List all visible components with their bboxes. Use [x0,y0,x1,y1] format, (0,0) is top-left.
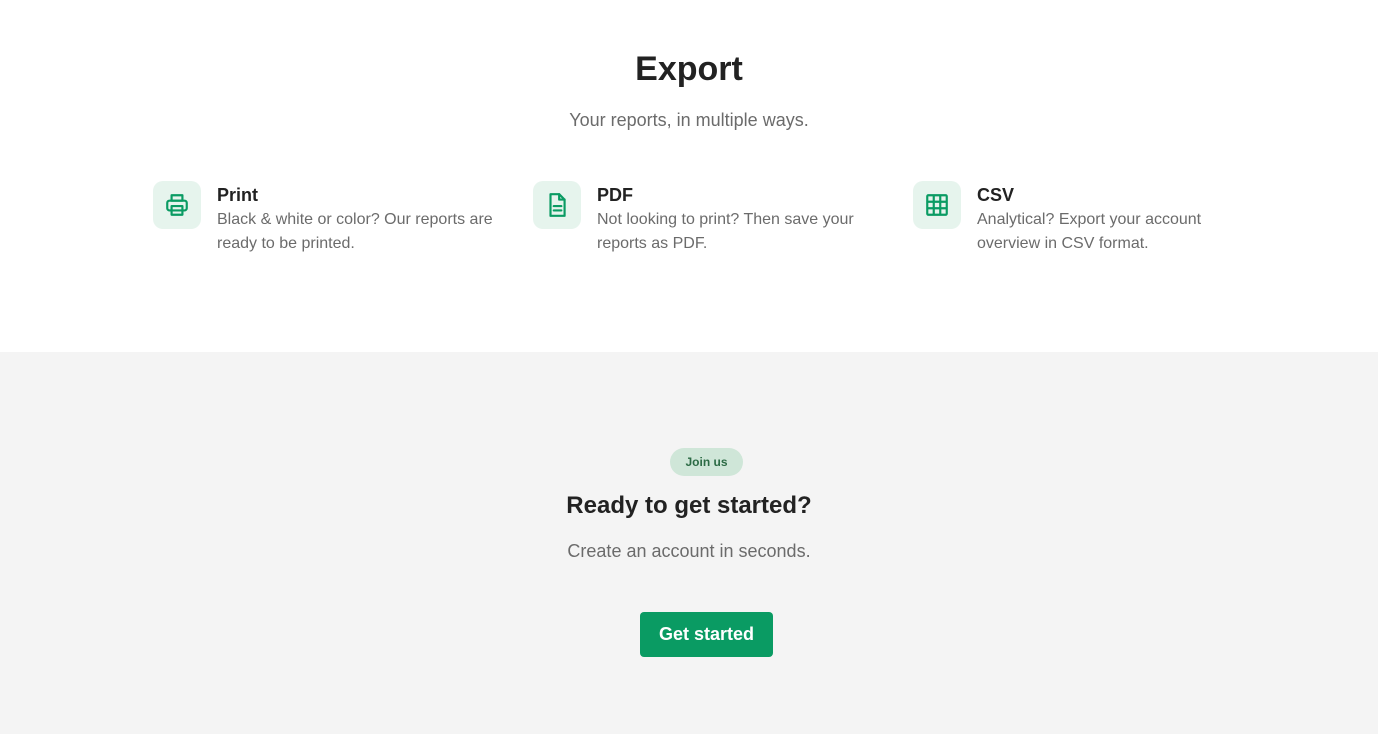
document-icon [533,181,581,229]
cta-title: Ready to get started? [566,492,812,519]
printer-icon [153,181,201,229]
feature-title: Print [217,185,259,205]
join-us-badge: Join us [670,448,743,476]
feature-description: Black & white or color? Our reports are … [217,211,493,252]
cta-subtitle: Create an account in seconds. [567,541,811,561]
feature-description: Analytical? Export your account overview… [977,211,1202,252]
export-subtitle: Your reports, in multiple ways. [569,110,809,130]
feature-description: Not looking to print? Then save your rep… [597,211,854,252]
export-title: Export [635,50,743,88]
feature-csv: CSV Analytical? Export your account over… [913,181,1253,261]
cta-section: Join us Ready to get started? Create an … [0,352,1378,734]
export-section: Export Your reports, in multiple ways. P… [0,0,1378,352]
feature-print: Print Black & white or color? Our report… [153,181,493,261]
get-started-button[interactable]: Get started [640,612,773,657]
feature-title: PDF [597,185,633,205]
feature-title: CSV [977,185,1015,205]
table-grid-icon [913,181,961,229]
feature-pdf: PDF Not looking to print? Then save your… [533,181,873,261]
